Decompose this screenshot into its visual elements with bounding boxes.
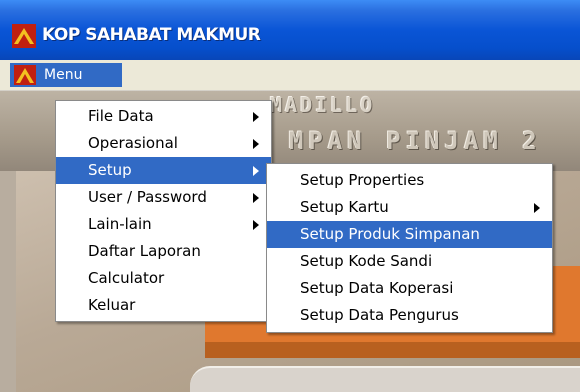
submenu-arrow-icon (253, 112, 259, 122)
menu-item-file-data[interactable]: File Data (56, 103, 271, 130)
window-title: KOP SAHABAT MAKMUR (42, 25, 261, 45)
menu-item-calculator[interactable]: Calculator (56, 265, 271, 292)
submenu-arrow-icon (253, 220, 259, 230)
menu-bar: Menu (0, 60, 580, 91)
submenu-item-label: Setup Kode Sandi (300, 252, 433, 270)
submenu-item-label: Setup Data Koperasi (300, 279, 454, 297)
menu-item-label: Lain-lain (88, 215, 152, 233)
submenu-item-label: Setup Kartu (300, 198, 389, 216)
app-logo-icon (12, 24, 36, 48)
main-dropdown-menu: File Data Operasional Setup User / Password… (55, 100, 272, 322)
menu-item-label: User / Password (88, 188, 207, 206)
menu-item-user-password[interactable]: User / Password (56, 184, 271, 211)
submenu-item-setup-data-koperasi[interactable]: Setup Data Koperasi (267, 275, 552, 302)
menu-item-label: File Data (88, 107, 154, 125)
submenu-item-label: Setup Properties (300, 171, 425, 189)
title-bar: KOP SAHABAT MAKMUR (0, 0, 580, 60)
banner-line1: MADILLO (270, 93, 376, 117)
setup-submenu: Setup Properties Setup Kartu Setup Produk … (266, 163, 553, 333)
menu-item-daftar-laporan[interactable]: Daftar Laporan (56, 238, 271, 265)
menu-item-lain-lain[interactable]: Lain-lain (56, 211, 271, 238)
submenu-item-setup-kartu[interactable]: Setup Kartu (267, 194, 552, 221)
menu-root-label: Menu (44, 67, 83, 83)
menu-item-keluar[interactable]: Keluar (56, 292, 271, 319)
submenu-item-setup-produk-simpanan[interactable]: Setup Produk Simpanan (267, 221, 552, 248)
submenu-item-setup-data-pengurus[interactable]: Setup Data Pengurus (267, 302, 552, 329)
submenu-arrow-icon (253, 139, 259, 149)
bottom-pill-panel (190, 366, 580, 392)
submenu-arrow-icon (534, 203, 540, 213)
menu-root-button[interactable]: Menu (10, 63, 122, 87)
submenu-item-setup-properties[interactable]: Setup Properties (267, 167, 552, 194)
menu-item-label: Setup (88, 161, 132, 179)
banner-line2: - MPAN PINJAM 2 (250, 127, 542, 155)
submenu-arrow-icon (253, 166, 259, 176)
app-logo-icon (14, 65, 36, 85)
menu-item-label: Keluar (88, 296, 136, 314)
menu-item-operasional[interactable]: Operasional (56, 130, 271, 157)
menu-item-setup[interactable]: Setup (56, 157, 271, 184)
submenu-arrow-icon (253, 193, 259, 203)
submenu-item-label: Setup Produk Simpanan (300, 225, 480, 243)
menu-item-label: Calculator (88, 269, 165, 287)
submenu-item-label: Setup Data Pengurus (300, 306, 459, 324)
submenu-item-setup-kode-sandi[interactable]: Setup Kode Sandi (267, 248, 552, 275)
menu-item-label: Daftar Laporan (88, 242, 201, 260)
menu-item-label: Operasional (88, 134, 178, 152)
